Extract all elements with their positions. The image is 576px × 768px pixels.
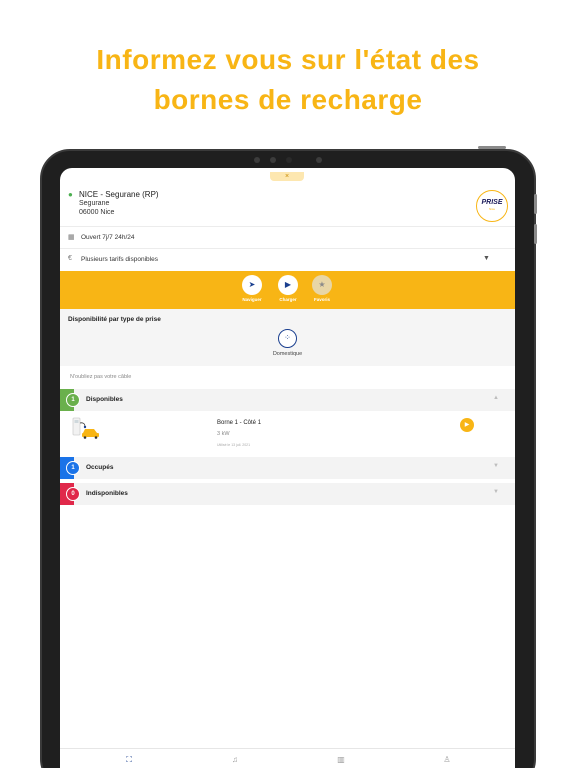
domestic-plug-label: Domestique xyxy=(272,351,303,357)
volume-down-button xyxy=(534,224,537,244)
borne-power: 3 kW xyxy=(217,431,230,437)
user-icon[interactable]: ♙ xyxy=(440,754,454,766)
camera-dot xyxy=(286,157,292,163)
opening-hours-row: ▦ Ouvert 7j/7 24h/24 xyxy=(68,233,498,243)
calendar-icon: ▦ xyxy=(68,234,75,241)
cable-reminder: N'oubliez pas votre câble xyxy=(70,374,132,380)
location-pin-icon: ● xyxy=(68,190,73,199)
available-label: Disponibles xyxy=(86,396,123,403)
close-sheet-handle[interactable]: × xyxy=(270,172,304,181)
prise-nice-logo: PRISE Nice xyxy=(476,190,508,222)
unavailable-count-badge: 0 xyxy=(66,487,80,501)
unavailable-label: Indisponibles xyxy=(86,490,128,497)
divider xyxy=(60,248,515,249)
borne-name: Borne 1 - Côté 1 xyxy=(217,420,262,426)
status-unavailable-header[interactable]: 0 Indisponibles ▼ xyxy=(60,483,515,505)
chart-icon[interactable]: ▥ xyxy=(334,754,348,766)
promo-headline-line1: Informez vous sur l'état des xyxy=(96,44,480,75)
volume-up-button xyxy=(534,194,537,214)
domestic-plug-icon[interactable]: ⁘ xyxy=(278,329,297,348)
occupied-count-badge: 1 xyxy=(66,461,80,475)
occupied-label: Occupés xyxy=(86,464,114,471)
plug-type-title: Disponibilité par type de prise xyxy=(68,316,161,323)
favorite-button[interactable]: ★ Favoris xyxy=(302,275,342,307)
borne-list-item[interactable]: Borne 1 - Côté 1 3 kW Utilisé le 13 juil… xyxy=(60,411,515,457)
promo-headline: Informez vous sur l'état des bornes de r… xyxy=(0,40,576,120)
camera-dot xyxy=(270,157,276,163)
star-icon: ★ xyxy=(312,275,332,295)
station-street: Segurane xyxy=(79,200,110,207)
chevron-down-icon: ▼ xyxy=(493,463,499,469)
tariffs-row[interactable]: € Plusieurs tarifs disponibles ▼ xyxy=(68,255,498,265)
available-count-badge: 1 xyxy=(66,393,80,407)
promo-headline-line2: bornes de recharge xyxy=(153,84,423,115)
caret-down-icon[interactable]: ▼ xyxy=(483,255,490,262)
camera-dot xyxy=(254,157,260,163)
navigation-arrow-icon: ➤ xyxy=(242,275,262,295)
bell-icon[interactable]: ♫ xyxy=(228,754,242,766)
app-screen: × ● NICE - Segurane (RP) Segurane 06000 … xyxy=(60,168,515,768)
status-available-header[interactable]: 1 Disponibles ▲ xyxy=(60,389,515,411)
play-icon: ▶ xyxy=(278,275,298,295)
bottom-tab-bar: ⛶ ♫ ▥ ♙ xyxy=(60,748,515,768)
action-bar: ➤ Naviguer ▶ Charger ★ Favoris xyxy=(60,271,515,309)
chevron-down-icon: ▼ xyxy=(493,489,499,495)
charging-car-icon xyxy=(72,417,99,439)
navigate-button[interactable]: ➤ Naviguer xyxy=(232,275,272,307)
favorite-label: Favoris xyxy=(313,297,330,302)
station-name: NICE - Segurane (RP) xyxy=(79,190,159,199)
station-city: 06000 Nice xyxy=(79,209,115,216)
map-icon[interactable]: ⛶ xyxy=(122,754,136,766)
power-button xyxy=(478,146,506,149)
divider xyxy=(60,226,515,227)
navigate-label: Naviguer xyxy=(242,297,262,302)
tariffs-text: Plusieurs tarifs disponibles xyxy=(81,256,158,263)
borne-last-used: Utilisé le 13 juil. 2021 xyxy=(217,443,251,447)
opening-hours-text: Ouvert 7j/7 24h/24 xyxy=(81,234,135,241)
camera-dot xyxy=(316,157,322,163)
borne-go-button[interactable]: ▶ xyxy=(460,418,474,432)
status-occupied-header[interactable]: 1 Occupés ▼ xyxy=(60,457,515,479)
chevron-up-icon: ▲ xyxy=(493,395,499,401)
euro-icon: € xyxy=(68,255,72,262)
